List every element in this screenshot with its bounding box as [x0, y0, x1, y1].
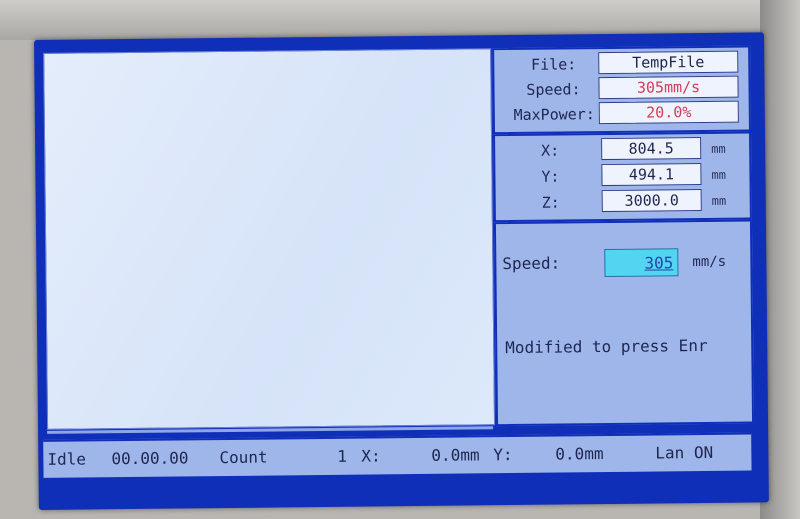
y-value: 494.1 — [601, 163, 702, 187]
file-info-panel: File: TempFile Speed: 305mm/s MaxPower: … — [492, 45, 751, 135]
status-count-value: 1 — [337, 446, 348, 466]
speed-edit-panel: Speed: 305 mm/s Modified to press Enr — [493, 219, 755, 427]
preview-canvas — [43, 48, 496, 430]
edit-speed-unit: mm/s — [692, 253, 727, 271]
maxpower-row: MaxPower: 20.0% — [495, 100, 749, 128]
y-row: Y: 494.1 mm — [495, 163, 749, 190]
status-bar: Idle 00.00.00 Count 1 X: 0.0mm Y: 0.0mm … — [43, 432, 752, 478]
status-count-label: Count — [219, 447, 268, 468]
speed-input[interactable]: 305 — [604, 248, 679, 278]
maxpower-label: MaxPower: — [513, 105, 595, 124]
enter-hint: Modified to press Enr — [505, 335, 708, 358]
status-y-value: 0.0mm — [555, 444, 604, 464]
z-unit: mm — [711, 193, 727, 208]
status-time: 00.00.00 — [111, 448, 189, 469]
x-row: X: 804.5 mm — [495, 137, 749, 164]
edit-speed-label: Speed: — [502, 253, 561, 274]
z-label: Z: — [541, 193, 560, 212]
status-lan: Lan ON — [655, 442, 714, 463]
z-value: 3000.0 — [601, 189, 702, 213]
speed-row: Speed: 305mm/s — [494, 75, 748, 103]
status-state: Idle — [47, 449, 87, 469]
x-unit: mm — [711, 141, 726, 156]
status-y-label: Y: — [493, 445, 513, 465]
x-value: 804.5 — [601, 137, 702, 161]
file-value: TempFile — [598, 50, 739, 75]
x-label: X: — [541, 141, 560, 160]
coordinates-panel: X: 804.5 mm Y: 494.1 mm Z: 3000.0 mm — [493, 131, 752, 223]
file-label: File: — [531, 55, 577, 74]
maxpower-value: 20.0% — [598, 100, 739, 125]
lcd-screen: File: TempFile Speed: 305mm/s MaxPower: … — [34, 32, 769, 510]
y-unit: mm — [711, 167, 726, 182]
speed-label: Speed: — [526, 80, 581, 99]
y-label: Y: — [541, 167, 560, 186]
z-row: Z: 3000.0 mm — [496, 189, 750, 216]
file-row: File: TempFile — [494, 50, 748, 78]
status-x-value: 0.0mm — [431, 445, 480, 465]
speed-value: 305mm/s — [598, 75, 739, 100]
status-x-label: X: — [361, 446, 381, 466]
